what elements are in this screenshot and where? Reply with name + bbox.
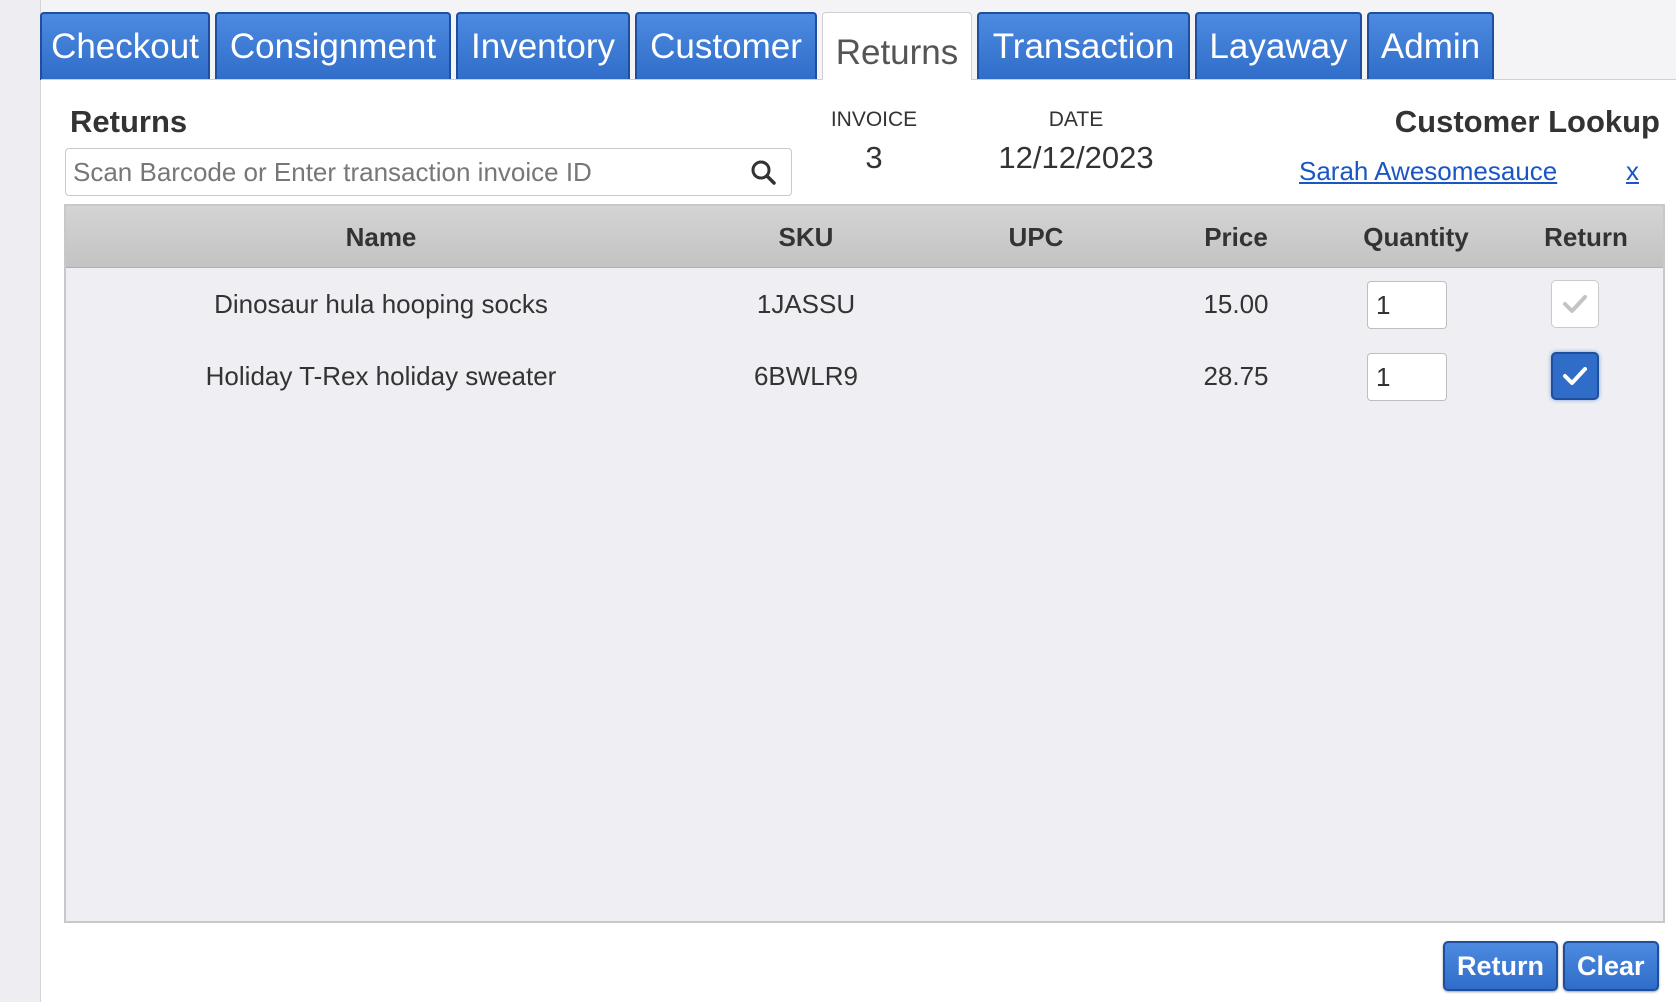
return-checkbox[interactable] <box>1551 352 1599 400</box>
clear-customer-link[interactable]: x <box>1626 156 1639 187</box>
tab-layaway[interactable]: Layaway <box>1195 12 1362 80</box>
tab-returns[interactable]: Returns <box>822 12 972 80</box>
tab-transaction[interactable]: Transaction <box>977 12 1190 80</box>
return-checkbox[interactable] <box>1551 280 1599 328</box>
tab-inventory[interactable]: Inventory <box>456 12 630 80</box>
quantity-input[interactable] <box>1367 281 1447 329</box>
check-icon <box>1563 295 1587 313</box>
column-header-name: Name <box>345 222 417 252</box>
tab-consignment[interactable]: Consignment <box>215 12 451 80</box>
clear-button[interactable]: Clear <box>1563 941 1659 991</box>
date-label: DATE <box>1048 108 1104 131</box>
invoice-number: 3 <box>865 140 883 175</box>
table-row: Dinosaur hula hooping socks 1JASSU 15.00 <box>66 268 1663 340</box>
search-icon[interactable] <box>743 152 783 192</box>
quantity-input[interactable] <box>1367 353 1447 401</box>
returns-table: Name SKU UPC Price Quantity Return Dinos… <box>64 204 1665 923</box>
customer-lookup-title: Customer Lookup <box>1394 104 1660 139</box>
invoice-search-input[interactable] <box>66 149 743 195</box>
invoice-label: INVOICE <box>830 108 918 131</box>
item-name: Holiday T-Rex holiday sweater <box>205 361 557 391</box>
item-upc <box>936 268 1136 340</box>
search-box <box>65 148 792 196</box>
tab-customer[interactable]: Customer <box>635 12 817 80</box>
check-icon <box>1563 367 1587 385</box>
item-name: Dinosaur hula hooping socks <box>214 289 548 319</box>
column-header-sku: SKU <box>778 222 834 252</box>
customer-name-link[interactable]: Sarah Awesomesauce <box>1299 156 1557 187</box>
column-header-quantity: Quantity <box>1363 222 1469 252</box>
column-header-price: Price <box>1204 222 1268 252</box>
item-sku: 6BWLR9 <box>753 361 859 391</box>
returns-title: Returns <box>70 104 188 139</box>
item-sku: 1JASSU <box>756 289 856 319</box>
item-price: 15.00 <box>1203 289 1269 319</box>
tab-checkout[interactable]: Checkout <box>40 12 210 80</box>
tab-admin[interactable]: Admin <box>1367 12 1494 80</box>
column-header-return: Return <box>1544 222 1628 252</box>
item-upc <box>936 340 1136 412</box>
table-header: Name SKU UPC Price Quantity Return <box>66 206 1663 268</box>
left-rail <box>0 0 41 1002</box>
date-value: 12/12/2023 <box>998 140 1154 175</box>
main-tabs: Checkout Consignment Inventory Customer … <box>40 12 1494 80</box>
column-header-upc: UPC <box>1008 222 1064 252</box>
returns-panel: Returns INVOICE 3 DATE 12/12/2023 Custom… <box>41 79 1676 1002</box>
return-button[interactable]: Return <box>1443 941 1558 991</box>
table-row: Holiday T-Rex holiday sweater 6BWLR9 28.… <box>66 340 1663 412</box>
item-price: 28.75 <box>1203 361 1269 391</box>
